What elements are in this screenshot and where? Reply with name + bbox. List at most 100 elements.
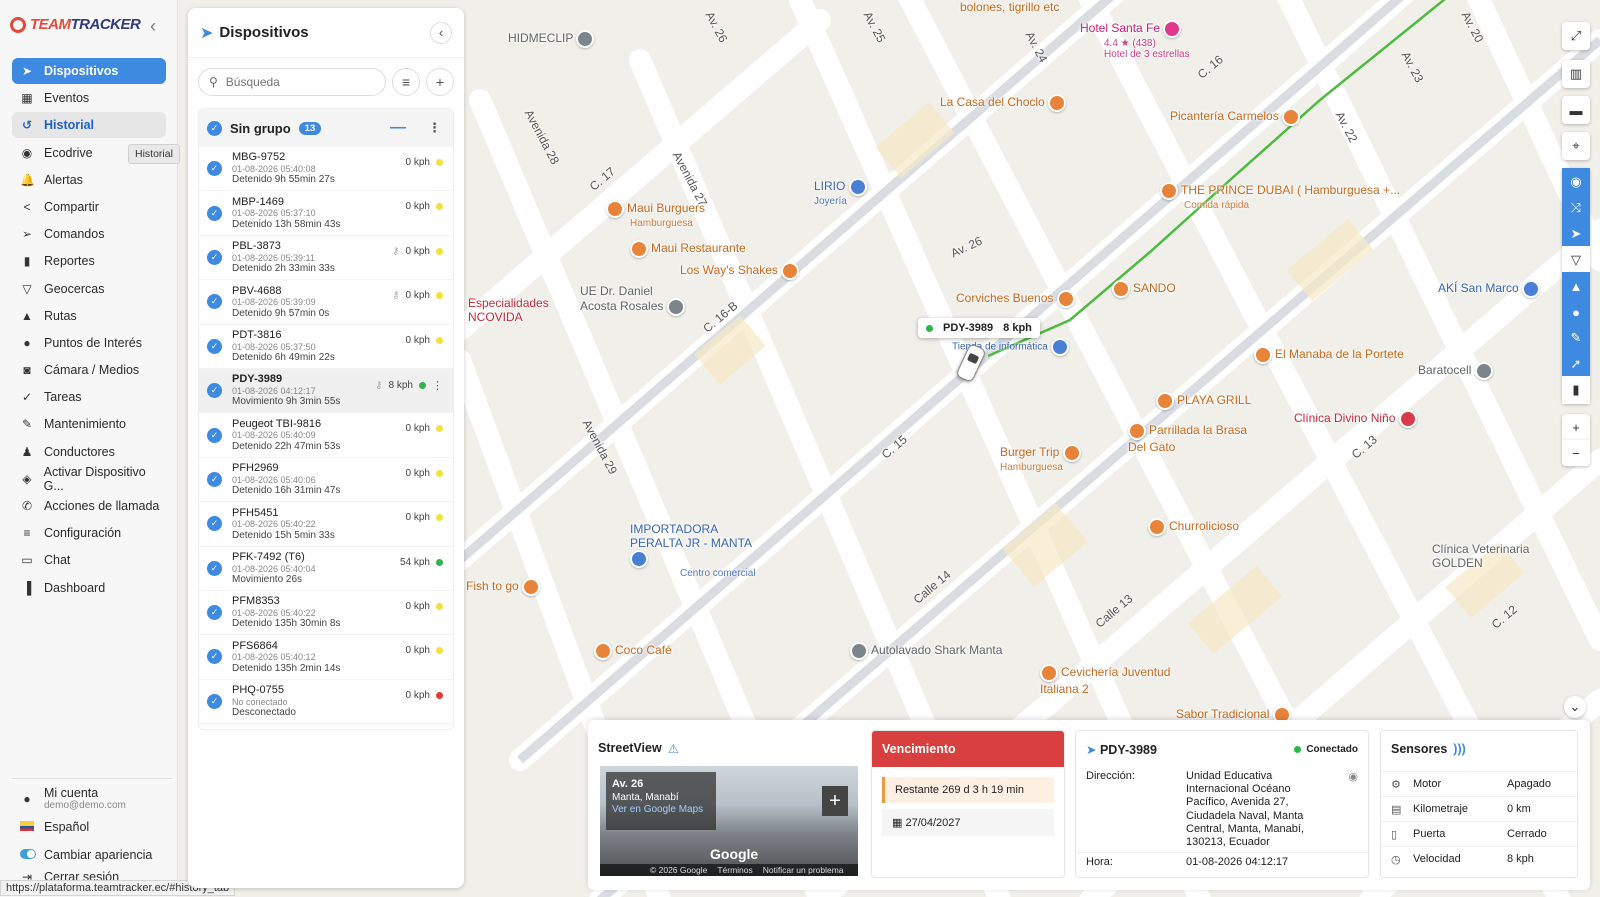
collapse-bottom-panel-button[interactable]: ⌄ <box>1564 696 1586 718</box>
device-row[interactable]: ✓ PDY-3989 01-08-2026 04:12:17 Movimiento 9… <box>199 368 453 414</box>
collapse-panel-button[interactable]: ‹ <box>430 21 452 44</box>
poi-ue-dr-daniel[interactable]: UE Dr. Daniel Acosta Rosales <box>580 284 690 316</box>
warning-icon[interactable]: ⚠ <box>668 741 679 756</box>
sidebar-item-historial[interactable]: ↺ Historial <box>12 112 166 139</box>
layer-direction-button[interactable]: ➤ <box>1562 220 1590 248</box>
poi-maui-burguers[interactable]: Maui Burguers Hamburguesa <box>606 200 705 229</box>
poi-hidmeclip[interactable]: HIDMECLIP <box>508 30 597 48</box>
poi-importadora-peralta[interactable]: IMPORTADORA PERALTA JR - MANTA Centro co… <box>630 522 760 579</box>
poi-playa-grill[interactable]: PLAYA GRILL <box>1156 392 1251 410</box>
layer-labels-button[interactable]: ✎ <box>1562 324 1590 352</box>
poi-clinica-divino-nino[interactable]: Clínica Divino Niño <box>1294 410 1420 428</box>
layer-traffic-button[interactable]: ▮ <box>1562 376 1590 404</box>
group-header[interactable]: ✓ Sin grupo 13 — ⋮ <box>199 109 453 147</box>
eye-icon[interactable]: ◉ <box>1338 767 1368 853</box>
device-checkbox[interactable]: ✓ <box>207 693 222 709</box>
sidebar-item-acciones-de-llamada[interactable]: ✆ Acciones de llamada <box>12 493 166 519</box>
poi-the-prince-dubai[interactable]: THE PRINCE DUBAI ( Hamburguesa +... Comid… <box>1160 182 1400 211</box>
add-device-button[interactable]: + <box>426 68 454 96</box>
sidebar-item-conductores[interactable]: ♟ Conductores <box>12 439 166 465</box>
layer-geofence-button[interactable]: ▽ <box>1562 246 1590 274</box>
poi-clinica-veterinaria[interactable]: Clínica Veterinaria GOLDEN <box>1432 542 1552 570</box>
layer-poi-button[interactable]: ● <box>1562 298 1590 326</box>
sidebar-item-chat[interactable]: ▭ Chat <box>12 547 166 573</box>
sidebar-item-rutas[interactable]: ▲ Rutas <box>12 303 166 329</box>
device-row[interactable]: ✓ MBP-1469 01-08-2026 05:37:10 Detenido 13h… <box>199 191 453 236</box>
device-checkbox[interactable]: ✓ <box>207 338 222 354</box>
poi-aki-san-marco[interactable]: AKÍ San Marco <box>1438 280 1543 298</box>
sv-google-maps-link[interactable]: Ver en Google Maps <box>612 804 703 815</box>
my-account-link[interactable]: ● Mi cuenta demo@demo.com <box>12 785 172 812</box>
collapse-group-icon[interactable]: — <box>390 119 406 137</box>
poi-parrillada[interactable]: Parrillada la Brasa Del Gato <box>1128 422 1248 454</box>
group-checkbox[interactable]: ✓ <box>207 120 222 136</box>
device-checkbox[interactable]: ✓ <box>207 649 222 665</box>
device-row[interactable]: ✓ Peugeot TBI-9816 01-08-2026 05:40:09 Dete… <box>199 413 453 458</box>
poi-bolones[interactable]: bolones, tigrillo etc <box>960 0 1059 14</box>
device-row[interactable]: ✓ PFH5451 01-08-2026 05:40:22 Detenido 15h … <box>199 502 453 547</box>
poi-la-casa-del-choclo[interactable]: La Casa del Choclo <box>940 94 1069 112</box>
device-row[interactable]: ✓ PDT-3816 01-08-2026 05:37:50 Detenido 6h … <box>199 325 453 369</box>
device-row[interactable]: ✓ PFH2969 01-08-2026 05:40:06 Detenido 16h … <box>199 458 453 503</box>
poi-especialidades[interactable]: Especialidades NCOVIDA <box>468 296 558 324</box>
device-checkbox[interactable]: ✓ <box>207 294 222 310</box>
sidebar-item-tareas[interactable]: ✓ Tareas <box>12 384 166 410</box>
device-row[interactable]: ✓ PFS6864 01-08-2026 05:40:12 Detenido 135h… <box>199 635 453 680</box>
device-checkbox[interactable]: ✓ <box>207 161 222 177</box>
sidebar-item-reportes[interactable]: ▮ Reportes <box>12 248 166 274</box>
sidebar-item-alertas[interactable]: 🔔 Alertas <box>12 167 166 193</box>
vehicle-marker-label[interactable]: PDY-3989 8 kph <box>918 318 1040 338</box>
streetview-image[interactable]: Av. 26 Manta, Manabí Ver en Google Maps … <box>600 766 858 876</box>
device-row[interactable]: ✓ PFM8353 01-08-2026 05:40:22 Detenido 135h… <box>199 591 453 636</box>
group-menu-icon[interactable]: ⋮ <box>428 120 441 136</box>
sv-terms-link[interactable]: Términos <box>717 865 752 875</box>
list-options-button[interactable]: ≡ <box>392 68 420 96</box>
layer-history-button[interactable]: ➚ <box>1562 350 1590 378</box>
poi-el-manaba[interactable]: El Manaba de la Portete <box>1254 346 1404 364</box>
sidebar-item-activar-dispositivo-g[interactable]: ◈ Activar Dispositivo G... <box>12 465 166 493</box>
layer-devices-button[interactable]: ◉ <box>1562 168 1590 196</box>
device-row[interactable]: ✓ PHQ-0755 No conectado Desconectado 0 kph <box>199 680 453 725</box>
sv-zoom-in-button[interactable]: + <box>822 786 848 816</box>
search-input[interactable] <box>225 75 366 89</box>
sidebar-item-eventos[interactable]: ▦ Eventos <box>12 85 166 111</box>
device-row[interactable]: ✓ PBV-4688 01-08-2026 05:39:09 Detenido 9h … <box>199 280 453 325</box>
sidebar-item-comandos[interactable]: ➢ Comandos <box>12 221 166 247</box>
search-box[interactable]: ⚲ <box>198 68 386 96</box>
device-checkbox[interactable]: ✓ <box>207 560 222 576</box>
appearance-toggle[interactable]: Cambiar apariencia <box>12 841 172 868</box>
map-type-button[interactable]: ▥ <box>1562 60 1590 88</box>
zoom-in-button[interactable]: + <box>1562 414 1590 440</box>
brand-logo[interactable]: TEAMTRACKER <box>10 16 141 33</box>
sidebar-item-cámara-medios[interactable]: ◙ Cámara / Medios <box>12 357 166 383</box>
device-checkbox[interactable]: ✓ <box>207 249 222 265</box>
sidebar-item-mantenimiento[interactable]: ✎ Mantenimiento <box>12 411 166 437</box>
device-checkbox[interactable]: ✓ <box>207 427 222 443</box>
sidebar-item-dispositivos[interactable]: ➤ Dispositivos <box>12 58 166 84</box>
device-menu-icon[interactable]: ⋮ <box>432 379 443 392</box>
poi-coco-cafe[interactable]: Coco Café <box>594 642 672 660</box>
ruler-button[interactable]: ▬ <box>1562 96 1590 124</box>
collapse-sidebar-icon[interactable]: ‹ <box>150 16 156 37</box>
device-checkbox[interactable]: ✓ <box>207 383 222 399</box>
fullscreen-button[interactable]: ⤢ <box>1562 22 1590 50</box>
device-row[interactable]: ✓ MBG-9752 01-08-2026 05:40:08 Detenido 9h … <box>199 147 453 192</box>
poi-hotel-santa-fe[interactable]: Hotel Santa Fe 4.4 ★ (438) Hotel de 3 est… <box>1080 20 1190 60</box>
poi-maui-restaurante[interactable]: Maui Restaurante <box>630 240 746 258</box>
sv-report-link[interactable]: Notificar un problema <box>763 865 844 875</box>
device-checkbox[interactable]: ✓ <box>207 605 222 621</box>
poi-lirio[interactable]: LIRIO Joyería <box>814 178 870 207</box>
sidebar-item-compartir[interactable]: < Compartir <box>12 194 166 220</box>
poi-fish-to-go[interactable]: Fish to go <box>466 578 543 596</box>
sidebar-item-configuración[interactable]: ≡ Configuración <box>12 520 166 546</box>
poi-cevicheria[interactable]: Cevichería Juventud Italiana 2 <box>1040 664 1190 696</box>
device-checkbox[interactable]: ✓ <box>207 471 222 487</box>
sidebar-item-geocercas[interactable]: ▽ Geocercas <box>12 276 166 302</box>
sidebar-item-puntos-de-interés[interactable]: ● Puntos de Interés <box>12 330 166 356</box>
layer-road-button[interactable]: ▲ <box>1562 272 1590 300</box>
poi-baratocell[interactable]: Baratocell <box>1418 362 1496 380</box>
poi-autolavado[interactable]: Autolavado Shark Manta <box>850 642 1002 660</box>
locate-button[interactable]: ⌖ <box>1562 132 1590 160</box>
poi-burger-trip[interactable]: Burger Trip Hamburguesa <box>1000 444 1084 473</box>
poi-sando[interactable]: SANDO <box>1112 280 1176 298</box>
